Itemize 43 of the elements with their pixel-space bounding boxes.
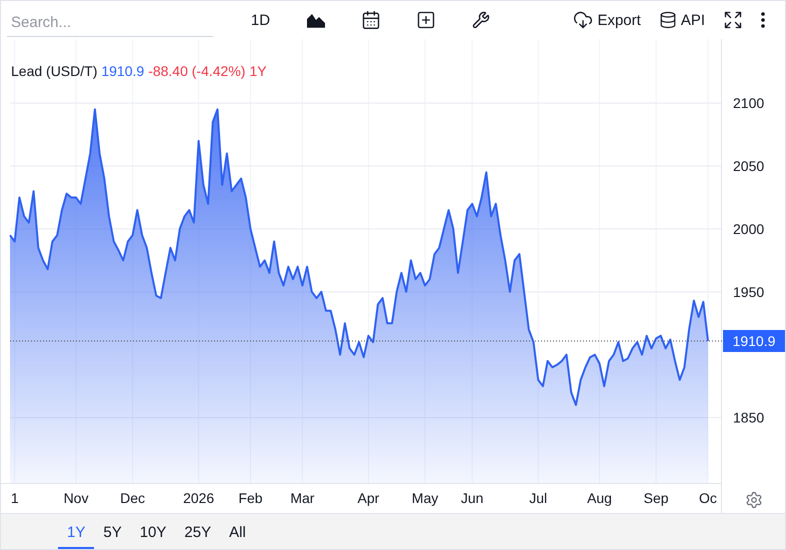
x-axis-label: Oc	[699, 490, 717, 506]
api-button[interactable]: API	[658, 11, 705, 30]
fullscreen-icon	[723, 10, 743, 30]
range-tab[interactable]: 10Y	[130, 514, 176, 549]
more-button[interactable]	[761, 12, 765, 28]
range-tab[interactable]: All	[220, 514, 255, 549]
x-axis-label: May	[412, 490, 438, 506]
range-tab[interactable]: 25Y	[175, 514, 220, 549]
fullscreen-button[interactable]	[723, 10, 743, 30]
x-axis-label: 2026	[183, 490, 214, 506]
wrench-icon	[472, 11, 490, 30]
x-axis-label: Nov	[64, 490, 88, 506]
settings-button[interactable]	[745, 491, 763, 510]
y-axis-label: 2050	[733, 158, 764, 174]
x-axis-label: Apr	[358, 490, 380, 506]
x-axis-label: Jul	[529, 490, 548, 506]
x-axis-label: Feb	[238, 490, 263, 506]
x-axis-label: 1	[10, 490, 19, 506]
calendar-icon	[360, 10, 380, 30]
price-change: -88.40 (-4.42%)	[148, 63, 246, 79]
symbol-name: Lead (USD/T)	[11, 63, 98, 79]
y-axis-label: 1850	[733, 410, 764, 426]
more-icon	[761, 12, 765, 28]
price-value: 1910.9	[101, 63, 144, 79]
range-tab[interactable]: 1Y	[58, 514, 94, 549]
plus-icon	[416, 10, 436, 30]
price-tag: 1910.9	[723, 330, 785, 352]
x-axis-label: Dec	[120, 490, 146, 506]
range-tab[interactable]: 5Y	[94, 514, 131, 549]
interval-button[interactable]: 1D	[233, 5, 288, 36]
cloud-download-icon	[573, 10, 594, 30]
x-axis-label: Sep	[644, 490, 669, 506]
settings-icon	[745, 491, 763, 510]
x-axis-label: Mar	[290, 490, 314, 506]
period-label: 1Y	[249, 63, 267, 79]
area-chart-icon	[306, 12, 326, 28]
database-icon	[658, 11, 677, 30]
y-axis-label: 2000	[733, 221, 764, 238]
x-axis-label: Jun	[460, 490, 484, 506]
y-axis-label: 2100	[733, 96, 764, 112]
x-axis-label: Aug	[587, 490, 612, 506]
y-axis-label: 1950	[733, 284, 764, 300]
export-button[interactable]: Export	[573, 10, 641, 30]
